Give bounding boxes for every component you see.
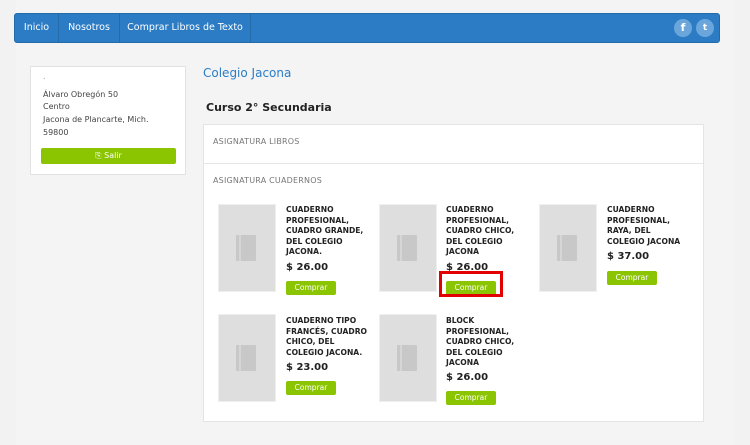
logout-label: Salir	[104, 151, 122, 160]
address-dot: .	[43, 72, 46, 81]
book-icon	[557, 235, 577, 261]
logout-icon: ⎘	[95, 151, 102, 160]
product-image[interactable]	[218, 204, 276, 292]
logout-button[interactable]: ⎘ Salir	[41, 148, 176, 164]
section-header-libros[interactable]: ASIGNATURA LIBROS	[213, 137, 300, 146]
facebook-icon[interactable]: f	[674, 19, 692, 37]
product-price: $ 26.00	[286, 262, 329, 273]
product-title: CUADERNO PROFESIONAL, RAYA, DEL COLEGIO …	[607, 205, 681, 246]
product-title: CUADERNO PROFESIONAL, CUADRO GRANDE, DEL…	[286, 205, 364, 256]
product-title: CUADERNO TIPO FRANCÉS, CUADRO CHICO, DEL…	[286, 316, 368, 357]
nav-item-comprar-libros[interactable]: Comprar Libros de Texto	[120, 14, 251, 42]
book-icon	[397, 235, 417, 261]
address-line-2: Centro	[43, 102, 70, 111]
twitter-icon[interactable]: t	[696, 19, 714, 37]
address-card: . Álvaro Obregón 50 Centro Jacona de Pla…	[30, 66, 186, 175]
address-line-4: 59800	[43, 128, 69, 137]
product-price: $ 26.00	[446, 372, 489, 383]
product-title: CUADERNO PROFESIONAL, CUADRO CHICO, DEL …	[446, 205, 515, 256]
address-line-3: Jacona de Plancarte, Mich.	[43, 115, 149, 124]
book-icon	[397, 345, 417, 371]
product-image[interactable]	[218, 314, 276, 402]
highlight-box	[439, 271, 503, 297]
buy-button[interactable]: Comprar	[446, 391, 496, 405]
product-image[interactable]	[539, 204, 597, 292]
product-price: $ 37.00	[607, 251, 650, 262]
address-line-1: Álvaro Obregón 50	[43, 90, 119, 99]
section-header-cuadernos[interactable]: ASIGNATURA CUADERNOS	[213, 176, 322, 185]
product-price: $ 23.00	[286, 362, 329, 373]
buy-button[interactable]: Comprar	[286, 281, 336, 295]
book-icon	[236, 235, 256, 261]
course-title: Curso 2° Secundaria	[206, 101, 332, 114]
product-image[interactable]	[379, 204, 437, 292]
section-divider	[204, 163, 703, 164]
product-title: BLOCK PROFESIONAL, CUADRO CHICO, DEL COL…	[446, 316, 515, 367]
nav-item-inicio[interactable]: Inicio	[15, 14, 59, 42]
book-icon	[236, 345, 256, 371]
school-title: Colegio Jacona	[203, 66, 292, 80]
nav-item-nosotros[interactable]: Nosotros	[59, 14, 120, 42]
product-image[interactable]	[379, 314, 437, 402]
buy-button[interactable]: Comprar	[607, 271, 657, 285]
main-navbar: Inicio Nosotros Comprar Libros de Texto …	[14, 13, 720, 43]
buy-button[interactable]: Comprar	[286, 381, 336, 395]
